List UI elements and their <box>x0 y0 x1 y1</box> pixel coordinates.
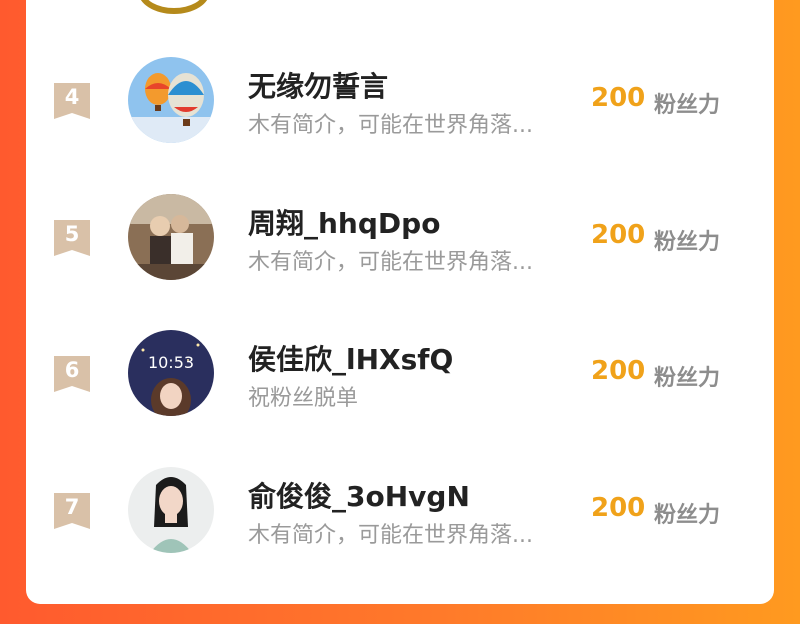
user-bio: 祝粉丝脱单 <box>248 386 359 411</box>
fans-count: 200 <box>591 220 646 250</box>
lockscreen-girl-avatar[interactable]: 10:53 <box>128 330 214 416</box>
fans-unit-label: 粉丝力 <box>654 230 721 255</box>
rank-number: 4 <box>64 85 80 109</box>
fans-unit-label: 粉丝力 <box>654 366 721 391</box>
rank-badge: 7 <box>54 493 90 529</box>
rank-number: 6 <box>64 358 80 382</box>
fans-unit-label: 粉丝力 <box>654 93 721 118</box>
user-name[interactable]: 俞俊俊_3oHvgN <box>248 475 470 515</box>
user-bio: 木有简介，可能在世界角落... <box>248 113 533 138</box>
ranking-row[interactable]: 6 10:53 侯佳欣_lHXsfQ 祝粉丝脱单 200 粉丝力 <box>26 318 774 428</box>
fans-unit-label: 粉丝力 <box>654 503 721 528</box>
woman-portrait-avatar[interactable] <box>128 467 214 553</box>
rank-badge: 5 <box>54 220 90 256</box>
rank-number: 7 <box>64 495 80 519</box>
rank-badge: 6 <box>54 356 90 392</box>
fans-count: 200 <box>591 356 646 386</box>
fans-count: 200 <box>591 493 646 523</box>
user-name[interactable]: 无缘勿誓言 <box>248 65 388 105</box>
user-bio: 木有简介，可能在世界角落... <box>248 523 533 548</box>
rank-badge: 4 <box>54 83 90 119</box>
fans-count: 200 <box>591 83 646 113</box>
user-name[interactable]: 侯佳欣_lHXsfQ <box>248 338 453 378</box>
ranking-row[interactable]: 4 无缘勿誓言 木有简介，可能在世界角落... 200 粉丝力 <box>26 45 774 155</box>
ranking-row[interactable]: 7 俞俊俊_3oHvgN 木有简介，可能在世界角落... 200 粉丝力 <box>26 455 774 565</box>
user-name[interactable]: 周翔_hhqDpo <box>248 202 440 242</box>
ranking-row[interactable]: 5 周翔_hhqDpo 木有简介，可能在世界角落... 200 粉丝力 <box>26 182 774 292</box>
svg-text:10:53: 10:53 <box>148 353 194 372</box>
rank-number: 5 <box>64 222 80 246</box>
user-bio: 木有简介，可能在世界角落... <box>248 250 533 275</box>
couple-photo-avatar[interactable] <box>128 194 214 280</box>
hot-air-balloons-avatar[interactable] <box>128 57 214 143</box>
